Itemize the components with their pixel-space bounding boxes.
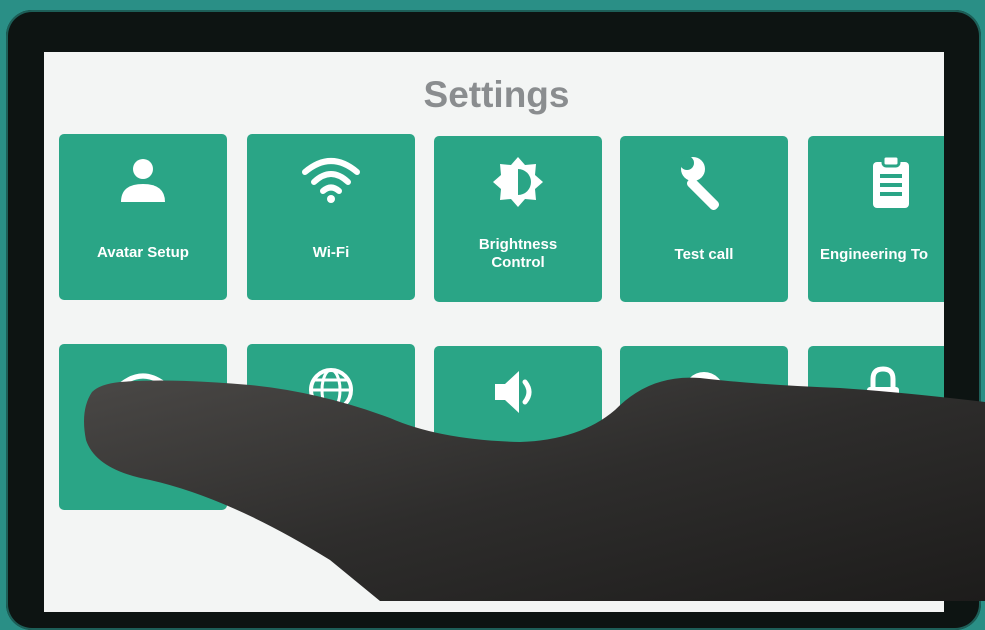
tile-security[interactable]	[808, 346, 944, 512]
lock-icon	[808, 364, 944, 420]
clock-icon	[620, 364, 788, 420]
page-title: Settings	[423, 74, 570, 115]
tile-label: Brightness Control	[478, 236, 558, 271]
tile-network[interactable]	[59, 344, 227, 510]
wifi-icon	[247, 152, 415, 208]
clipboard-icon	[808, 154, 944, 210]
tile-label: Wi-Fi	[312, 244, 350, 261]
tile-label: Avatar Setup	[97, 244, 189, 261]
globe-icon	[247, 362, 415, 418]
tile-brightness-control[interactable]: Brightness Control	[434, 136, 602, 302]
settings-screen: Settings Avatar Setup Wi-Fi Brightness C…	[44, 52, 944, 612]
tile-time[interactable]	[620, 346, 788, 512]
tile-wifi[interactable]: Wi-Fi	[247, 134, 415, 300]
tile-language[interactable]	[247, 344, 415, 510]
tile-test-call[interactable]: Test call	[620, 136, 788, 302]
tile-engineering-tools[interactable]: Engineering To	[808, 136, 944, 302]
tile-avatar-setup[interactable]: Avatar Setup	[59, 134, 227, 300]
speaker-icon	[434, 364, 602, 420]
person-icon	[59, 152, 227, 208]
brightness-icon	[434, 154, 602, 210]
wrench-icon	[620, 154, 788, 210]
tile-label: Engineering To	[820, 246, 929, 263]
tile-label: Test call	[674, 246, 734, 263]
wifi-icon	[59, 362, 227, 418]
tile-volume[interactable]	[434, 346, 602, 512]
